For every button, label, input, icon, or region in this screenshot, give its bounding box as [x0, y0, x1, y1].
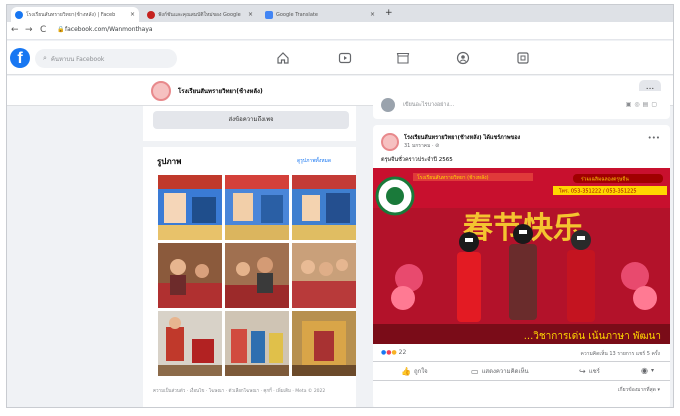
gaming-icon[interactable]	[515, 50, 531, 66]
watch-icon[interactable]	[337, 50, 353, 66]
facebook-logo-icon[interactable]: f	[10, 48, 30, 68]
close-icon[interactable]: ×	[245, 11, 253, 18]
new-tab-button[interactable]: +	[385, 8, 393, 18]
composer-placeholder: เขียนอะไรบางอย่าง...	[403, 102, 455, 108]
home-icon[interactable]	[275, 50, 291, 66]
forward-icon[interactable]: →	[25, 25, 33, 35]
search-icon: ⌕	[43, 54, 47, 62]
post-options-button[interactable]: •••	[648, 134, 660, 142]
comment-label: แสดงความคิดเห็น	[481, 368, 529, 375]
post-actions: 👍 ถูกใจ ▭ แสดงความคิดเห็น ↪ แชร์ ◉ ▾	[373, 361, 670, 381]
tab-google-features[interactable]: ฟังก์ชันและคุณสมบัติใหม่ของ Google ×	[143, 7, 257, 22]
post-stats[interactable]: ความคิดเห็น 13 รายการ แชร์ 5 ครั้ง	[581, 350, 660, 358]
thumbs-up-icon: 👍	[401, 366, 411, 376]
marketplace-icon[interactable]	[395, 50, 411, 66]
page-avatar[interactable]	[151, 81, 171, 101]
url-field[interactable]: facebook.com/Wanmonthaya	[65, 26, 153, 33]
avatar-icon: ◉	[641, 366, 648, 375]
see-all-photos-link[interactable]: ดูรูปภาพทั้งหมด	[297, 157, 331, 165]
like-button[interactable]: 👍 ถูกใจ	[401, 366, 428, 376]
close-icon[interactable]: ×	[367, 11, 375, 18]
send-message-button[interactable]: ส่งข้อความถึงเพจ	[153, 111, 349, 129]
comment-icon: ▭	[471, 366, 479, 376]
photo-grid	[158, 175, 356, 377]
chevron-down-icon: ▾	[650, 367, 654, 374]
tab-label: Google Translate	[276, 11, 318, 18]
feed-post: โรงเรียนสันทรายวิทยา(ช้างหลัง) ได้แชร์ภา…	[373, 125, 670, 407]
share-icon: ↪	[579, 366, 586, 376]
avatar	[381, 98, 395, 112]
post-image[interactable]: โรงเรียนสันทรายวิทยา (ช้างหลัง) ร่วมเฉลิ…	[373, 168, 670, 344]
back-icon[interactable]: ←	[11, 25, 19, 35]
reactions-summary[interactable]: ●●● 22	[381, 349, 406, 356]
post-caption: ตรุษจีนชั่วคราวประจำปี 2565	[381, 157, 453, 163]
profile-switcher[interactable]: ◉ ▾	[641, 366, 654, 375]
page-footer: ความเป็นส่วนตัว · เงื่อนไข · โฆษณา · ตัว…	[153, 389, 326, 394]
address-bar: ← → C 🔒 facebook.com/Wanmonthaya	[7, 22, 673, 40]
search-input[interactable]: ⌕ ค้นหาบน Facebook	[35, 49, 177, 68]
post-composer[interactable]: เขียนอะไรบางอย่าง... ▣◎▤▢	[373, 91, 670, 119]
search-placeholder: ค้นหาบน Facebook	[50, 55, 105, 63]
composer-actions-icon[interactable]: ▣◎▤▢	[626, 101, 660, 108]
banner-slogan: ...วิชาการเด่น เน้นภาษา พัฒนา	[524, 330, 661, 342]
tab-facebook[interactable]: โรงเรียนสันทรายวิทยา(ช้างหลัง) | Faceb ×	[11, 7, 139, 22]
reload-icon[interactable]: C	[40, 25, 46, 35]
banner-celebration: ร่วมเฉลิมฉลองตรุษจีน	[581, 176, 629, 183]
comment-sort-dropdown[interactable]: เกี่ยวข้องมากที่สุด ▾	[618, 386, 660, 394]
care-reaction-icon: ●	[391, 349, 397, 356]
page-title[interactable]: โรงเรียนสันทรายวิทยา(ช้างหลัง)	[178, 86, 263, 96]
photo-thumbnail[interactable]	[158, 243, 222, 308]
photo-thumbnail[interactable]	[292, 311, 356, 376]
photo-thumbnail[interactable]	[158, 311, 222, 376]
share-label: แชร์	[588, 368, 600, 375]
favicon-icon	[147, 10, 155, 19]
facebook-header: f ⌕ ค้นหาบน Facebook	[7, 41, 673, 75]
tab-bar: โรงเรียนสันทรายวิทยา(ช้างหลัง) | Faceb ×…	[7, 5, 673, 22]
photo-thumbnail[interactable]	[292, 243, 356, 308]
reactions-count: 22	[398, 349, 407, 356]
tab-label: โรงเรียนสันทรายวิทยา(ช้างหลัง) | Faceb	[26, 11, 116, 18]
comment-button[interactable]: ▭ แสดงความคิดเห็น	[471, 366, 529, 376]
post-author[interactable]: โรงเรียนสันทรายวิทยา(ช้างหลัง) ได้แชร์ภา…	[404, 134, 520, 142]
photo-thumbnail[interactable]	[225, 175, 289, 240]
post-timestamp[interactable]: 31 มกราคม · ⊘	[404, 142, 439, 150]
facebook-favicon-icon	[15, 10, 23, 19]
banner-phones: โทร. 053-351222 / 053-351225	[559, 188, 637, 195]
translate-favicon-icon	[265, 10, 273, 19]
like-label: ถูกใจ	[413, 368, 428, 375]
photo-thumbnail[interactable]	[158, 175, 222, 240]
groups-icon[interactable]	[455, 50, 471, 66]
lock-icon[interactable]: 🔒	[57, 26, 64, 33]
share-button[interactable]: ↪ แชร์	[579, 366, 600, 376]
tab-google-translate[interactable]: Google Translate ×	[261, 7, 379, 22]
browser-window: โรงเรียนสันทรายวิทยา(ช้างหลัง) | Faceb ×…	[6, 4, 674, 408]
photos-title: รูปภาพ	[157, 157, 182, 166]
banner-school-name: โรงเรียนสันทรายวิทยา (ช้างหลัง)	[417, 174, 489, 181]
tab-label: ฟังก์ชันและคุณสมบัติใหม่ของ Google	[158, 11, 241, 18]
close-icon[interactable]: ×	[127, 11, 135, 18]
photo-thumbnail[interactable]	[225, 243, 289, 308]
photo-thumbnail[interactable]	[292, 175, 356, 240]
photo-thumbnail[interactable]	[225, 311, 289, 376]
post-avatar[interactable]	[381, 133, 399, 151]
